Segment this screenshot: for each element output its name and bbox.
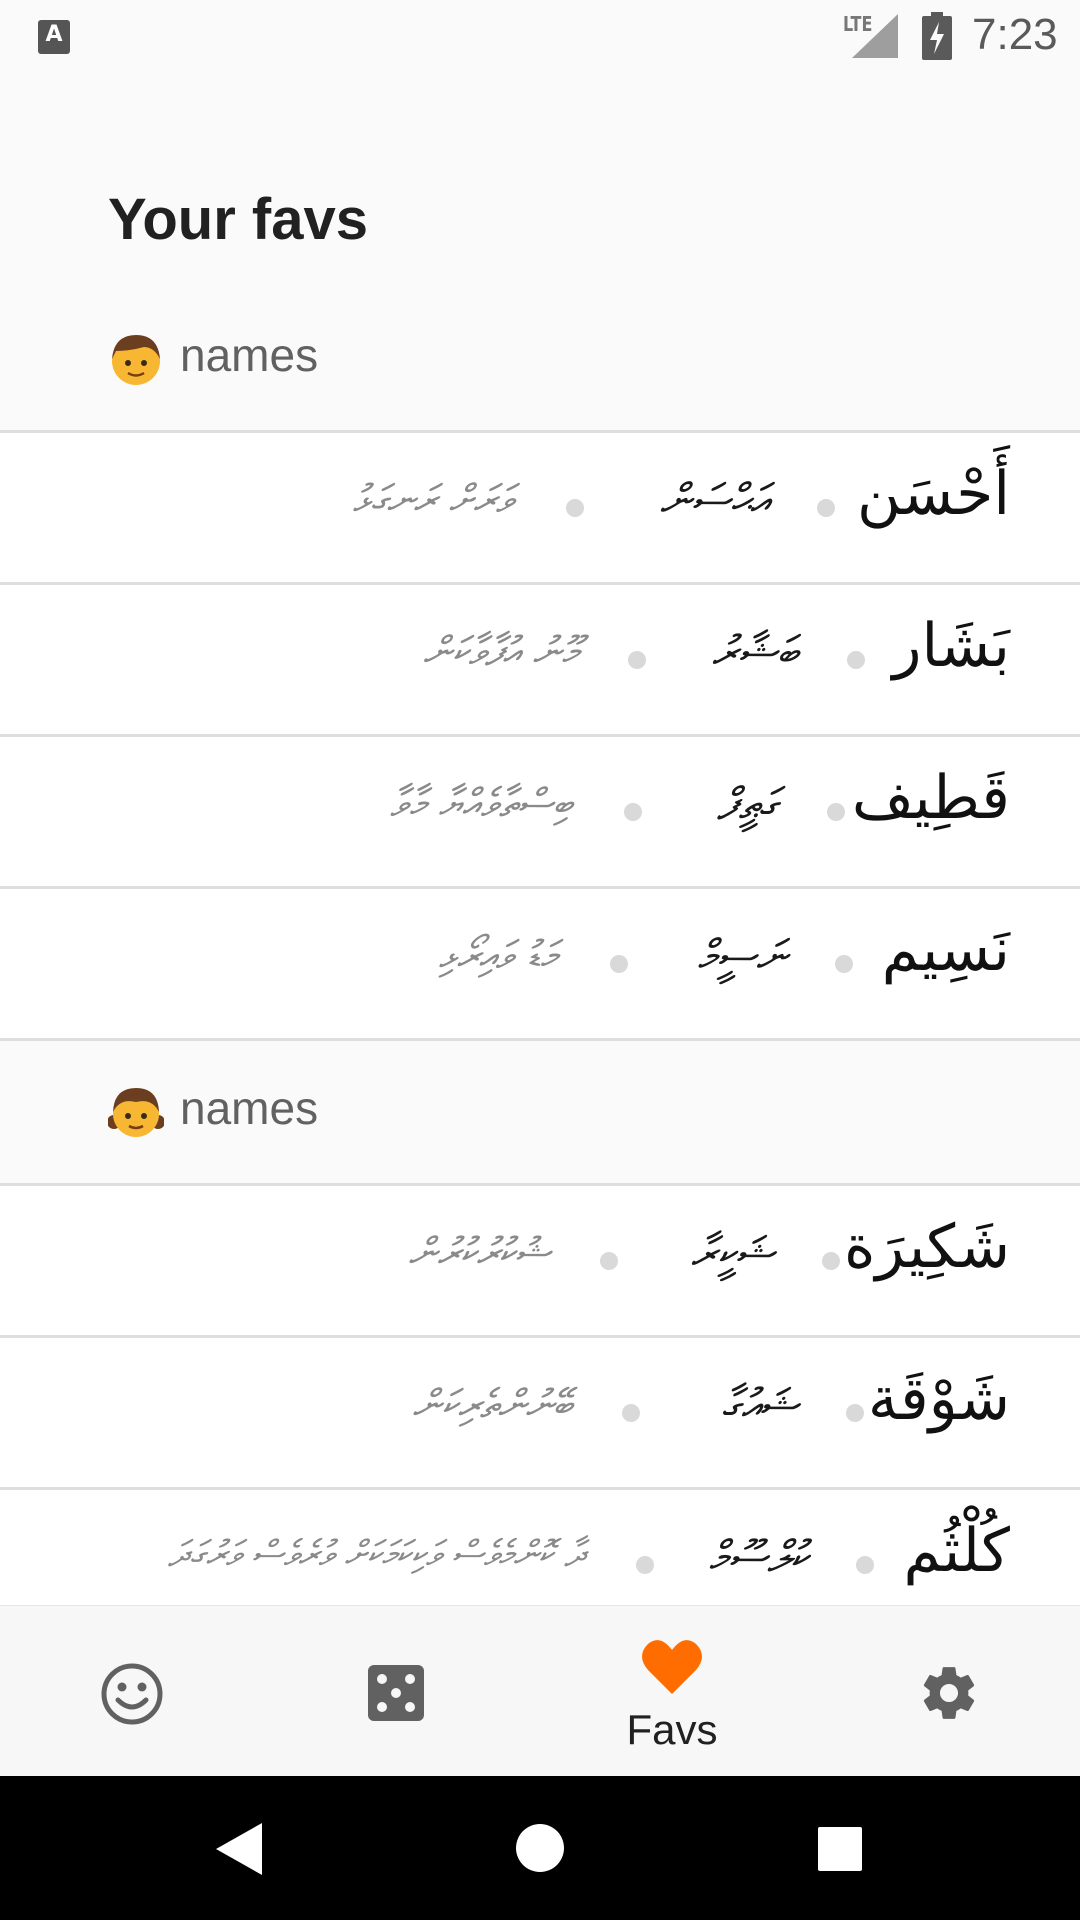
name-row[interactable]: قَطِيف ގަޠީފް ބިސްތާވެއްޔާ މާވާ	[0, 737, 1080, 887]
separator-dot	[846, 1404, 864, 1422]
name-row[interactable]: أَحْسَن އަޙްސަން ވަރަށް ރަނގަޅު	[0, 433, 1080, 583]
section-header-boy-names: names	[0, 288, 1080, 430]
name-meaning: ބިސްތާވެއްޔާ މާވާ	[390, 781, 572, 827]
gear-icon	[923, 1667, 975, 1719]
thaana-transliteration: ޝައުގާ	[721, 1380, 798, 1431]
nav-item-favs[interactable]: Favs	[592, 1606, 752, 1777]
home-icon[interactable]	[516, 1824, 564, 1872]
thaana-transliteration: އަޙްސަން	[659, 475, 768, 526]
boy-emoji-icon	[112, 335, 160, 385]
page-title: Your favs	[108, 187, 369, 252]
thaana-transliteration: ގަޠީފް	[716, 779, 778, 830]
arabic-name: شَكِيرَة	[843, 1212, 1010, 1282]
status-bar: A LTE 7:23	[0, 0, 1080, 72]
notification-app-icon: A	[38, 20, 70, 54]
thaana-transliteration: ބަޝާރު	[711, 627, 798, 678]
signal-icon	[852, 14, 898, 58]
separator-dot	[622, 1404, 640, 1422]
nav-item-random[interactable]	[315, 1606, 475, 1777]
clock: 7:23	[972, 10, 1058, 59]
separator-dot	[817, 499, 835, 517]
dice-icon	[368, 1665, 424, 1721]
name-meaning: ދާ ކޮންމެވެސް ވަކިކަމަކަށް ވުރެވެސް ވަރު…	[167, 1534, 586, 1575]
name-meaning: ޝުކުރުކުރުން	[408, 1230, 550, 1276]
section-header-girl-names: names	[0, 1041, 1080, 1183]
recents-icon[interactable]	[818, 1827, 862, 1871]
separator-dot	[566, 499, 584, 517]
arabic-name: قَطِيف	[851, 763, 1010, 833]
arabic-name: شَوْقَة	[867, 1364, 1010, 1434]
name-meaning: މޫނު އުފާވާކަން	[423, 629, 578, 675]
separator-dot	[628, 651, 646, 669]
arabic-name: بَشَار	[892, 611, 1010, 681]
name-row[interactable]: شَوْقَة ޝައުގާ ބޭނުންތެރިކަން	[0, 1338, 1080, 1488]
nav-item-names[interactable]	[52, 1606, 212, 1777]
heart-icon	[642, 1640, 702, 1694]
section-label: names	[180, 1082, 319, 1134]
separator-dot	[624, 803, 642, 821]
separator-dot	[835, 955, 853, 973]
thaana-transliteration: ޝަކީރާ	[690, 1228, 774, 1279]
name-meaning: ވަރަށް ރަނގަޅު	[352, 477, 512, 523]
bottom-navigation: Favs	[0, 1605, 1080, 1776]
name-row[interactable]: كُلْثُم ކުލްސޫމް ދާ ކޮންމެވެސް ވަކިކަމަކ…	[0, 1490, 1080, 1605]
separator-dot	[822, 1252, 840, 1270]
name-meaning: ބޭނުންތެރިކަން	[412, 1382, 572, 1428]
separator-dot	[847, 651, 865, 669]
name-row[interactable]: نَسِيم ނަސީމް މަޑު ވައިރޯޅި	[0, 889, 1080, 1039]
name-row[interactable]: بَشَار ބަޝާރު މޫނު އުފާވާކަން	[0, 585, 1080, 735]
name-row[interactable]: شَكِيرَة ޝަކީރާ ޝުކުރުކުރުން	[0, 1186, 1080, 1336]
girl-emoji-icon	[108, 1088, 164, 1137]
thaana-transliteration: ކުލްސޫމް	[708, 1532, 808, 1583]
battery-charging-icon	[922, 12, 952, 60]
section-label: names	[180, 329, 319, 381]
separator-dot	[827, 803, 845, 821]
nav-label-favs: Favs	[626, 1706, 718, 1753]
arabic-name: أَحْسَن	[857, 459, 1010, 529]
name-meaning: މަޑު ވައިރޯޅި	[438, 933, 558, 979]
system-navigation-bar	[0, 1776, 1080, 1920]
arabic-name: نَسِيم	[881, 915, 1010, 985]
nav-item-settings[interactable]	[868, 1606, 1028, 1777]
smiley-icon	[101, 1663, 163, 1725]
separator-dot	[856, 1556, 874, 1574]
separator-dot	[610, 955, 628, 973]
separator-dot	[636, 1556, 654, 1574]
favorites-list[interactable]: Your favs names أَحْسَن އަޙްސަން ވަރަށް …	[0, 72, 1080, 1605]
thaana-transliteration: ނަސީމް	[697, 931, 786, 982]
separator-dot	[600, 1252, 618, 1270]
arabic-name: كُلْثُم	[903, 1516, 1010, 1586]
back-icon[interactable]	[216, 1823, 262, 1875]
